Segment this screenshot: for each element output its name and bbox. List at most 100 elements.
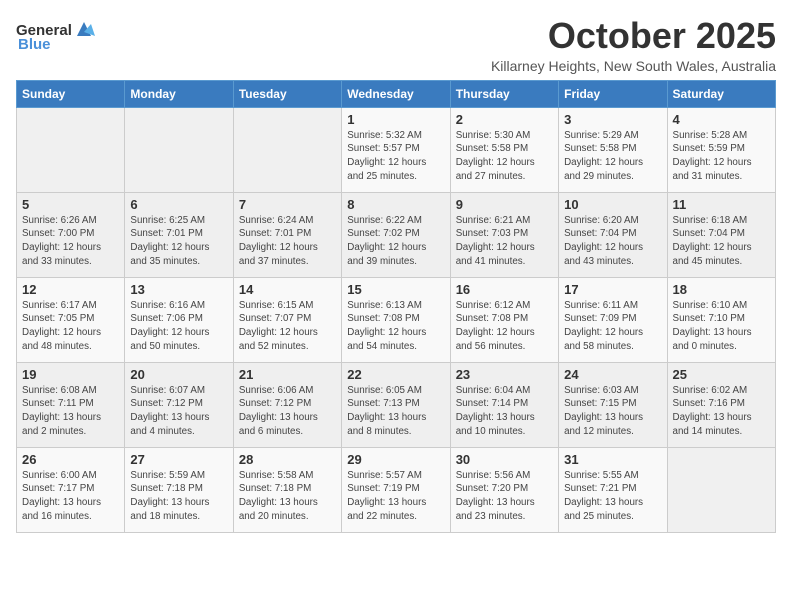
day-info: Sunrise: 6:08 AM Sunset: 7:11 PM Dayligh… xyxy=(22,384,119,439)
calendar-cell: 4 Sunrise: 5:28 AM Sunset: 5:59 PM Daylig… xyxy=(667,107,775,192)
day-info: Sunrise: 5:29 AM Sunset: 5:58 PM Dayligh… xyxy=(564,129,661,184)
day-info: Sunrise: 5:55 AM Sunset: 7:21 PM Dayligh… xyxy=(564,469,661,524)
calendar-cell: 30Sunrise: 5:56 AM Sunset: 7:20 PM Dayli… xyxy=(450,447,558,532)
day-info: Sunrise: 6:13 AM Sunset: 7:08 PM Dayligh… xyxy=(347,299,444,354)
calendar-cell xyxy=(667,447,775,532)
weekday-header-tuesday: Tuesday xyxy=(233,80,341,107)
day-info: Sunrise: 5:58 AM Sunset: 7:18 PM Dayligh… xyxy=(239,469,336,524)
calendar-cell: 3 Sunrise: 5:29 AM Sunset: 5:58 PM Daylig… xyxy=(559,107,667,192)
location-subtitle: Killarney Heights, New South Wales, Aust… xyxy=(491,58,776,74)
day-info: Sunrise: 6:07 AM Sunset: 7:12 PM Dayligh… xyxy=(130,384,227,439)
day-number: 26 xyxy=(22,452,119,467)
calendar-cell xyxy=(233,107,341,192)
day-info: Sunrise: 5:32 AM Sunset: 5:57 PM Dayligh… xyxy=(347,129,444,184)
day-number: 25 xyxy=(673,367,770,382)
day-info: Sunrise: 5:57 AM Sunset: 7:19 PM Dayligh… xyxy=(347,469,444,524)
day-info: Sunrise: 5:28 AM Sunset: 5:59 PM Dayligh… xyxy=(673,129,770,184)
day-info: Sunrise: 6:16 AM Sunset: 7:06 PM Dayligh… xyxy=(130,299,227,354)
calendar-cell: 9 Sunrise: 6:21 AM Sunset: 7:03 PM Daylig… xyxy=(450,192,558,277)
weekday-header-sunday: Sunday xyxy=(17,80,125,107)
calendar-cell: 15Sunrise: 6:13 AM Sunset: 7:08 PM Dayli… xyxy=(342,277,450,362)
title-area: October 2025 Killarney Heights, New Sout… xyxy=(491,16,776,74)
day-info: Sunrise: 6:26 AM Sunset: 7:00 PM Dayligh… xyxy=(22,214,119,269)
calendar-cell: 24 Sunrise: 6:03 AM Sunset: 7:15 PM Dayli… xyxy=(559,362,667,447)
calendar-cell: 21Sunrise: 6:06 AM Sunset: 7:12 PM Dayli… xyxy=(233,362,341,447)
day-number: 17 xyxy=(564,282,661,297)
day-info: Sunrise: 6:03 AM Sunset: 7:15 PM Dayligh… xyxy=(564,384,661,439)
day-number: 18 xyxy=(673,282,770,297)
day-info: Sunrise: 6:00 AM Sunset: 7:17 PM Dayligh… xyxy=(22,469,119,524)
day-info: Sunrise: 6:17 AM Sunset: 7:05 PM Dayligh… xyxy=(22,299,119,354)
day-info: Sunrise: 5:30 AM Sunset: 5:58 PM Dayligh… xyxy=(456,129,553,184)
calendar-cell: 1 Sunrise: 5:32 AM Sunset: 5:57 PM Daylig… xyxy=(342,107,450,192)
logo: General Blue xyxy=(16,20,95,53)
day-number: 21 xyxy=(239,367,336,382)
day-number: 31 xyxy=(564,452,661,467)
day-info: Sunrise: 6:20 AM Sunset: 7:04 PM Dayligh… xyxy=(564,214,661,269)
day-info: Sunrise: 6:25 AM Sunset: 7:01 PM Dayligh… xyxy=(130,214,227,269)
day-info: Sunrise: 6:02 AM Sunset: 7:16 PM Dayligh… xyxy=(673,384,770,439)
day-info: Sunrise: 6:05 AM Sunset: 7:13 PM Dayligh… xyxy=(347,384,444,439)
day-number: 20 xyxy=(130,367,227,382)
logo-icon xyxy=(73,18,95,40)
calendar-cell xyxy=(125,107,233,192)
calendar-week-2: 5 Sunrise: 6:26 AM Sunset: 7:00 PM Daylig… xyxy=(17,192,776,277)
calendar-cell: 26 Sunrise: 6:00 AM Sunset: 7:17 PM Dayli… xyxy=(17,447,125,532)
calendar-week-1: 1 Sunrise: 5:32 AM Sunset: 5:57 PM Daylig… xyxy=(17,107,776,192)
day-number: 23 xyxy=(456,367,553,382)
day-number: 4 xyxy=(673,112,770,127)
day-info: Sunrise: 6:15 AM Sunset: 7:07 PM Dayligh… xyxy=(239,299,336,354)
calendar-cell: 20 Sunrise: 6:07 AM Sunset: 7:12 PM Dayli… xyxy=(125,362,233,447)
calendar-cell: 19 Sunrise: 6:08 AM Sunset: 7:11 PM Dayli… xyxy=(17,362,125,447)
calendar-table: SundayMondayTuesdayWednesdayThursdayFrid… xyxy=(16,80,776,533)
day-number: 5 xyxy=(22,197,119,212)
weekday-header-thursday: Thursday xyxy=(450,80,558,107)
calendar-cell: 18Sunrise: 6:10 AM Sunset: 7:10 PM Dayli… xyxy=(667,277,775,362)
calendar-cell: 11Sunrise: 6:18 AM Sunset: 7:04 PM Dayli… xyxy=(667,192,775,277)
calendar-cell: 2 Sunrise: 5:30 AM Sunset: 5:58 PM Daylig… xyxy=(450,107,558,192)
day-number: 14 xyxy=(239,282,336,297)
day-number: 7 xyxy=(239,197,336,212)
calendar-cell: 12 Sunrise: 6:17 AM Sunset: 7:05 PM Dayli… xyxy=(17,277,125,362)
header: General Blue October 2025 Killarney Heig… xyxy=(16,16,776,74)
calendar-cell: 6Sunrise: 6:25 AM Sunset: 7:01 PM Daylig… xyxy=(125,192,233,277)
day-number: 3 xyxy=(564,112,661,127)
day-number: 22 xyxy=(347,367,444,382)
calendar-cell: 31 Sunrise: 5:55 AM Sunset: 7:21 PM Dayli… xyxy=(559,447,667,532)
day-number: 27 xyxy=(130,452,227,467)
day-info: Sunrise: 6:22 AM Sunset: 7:02 PM Dayligh… xyxy=(347,214,444,269)
calendar-cell: 14 Sunrise: 6:15 AM Sunset: 7:07 PM Dayli… xyxy=(233,277,341,362)
weekday-header-wednesday: Wednesday xyxy=(342,80,450,107)
calendar-cell: 22 Sunrise: 6:05 AM Sunset: 7:13 PM Dayli… xyxy=(342,362,450,447)
calendar-cell: 10Sunrise: 6:20 AM Sunset: 7:04 PM Dayli… xyxy=(559,192,667,277)
calendar-cell: 29Sunrise: 5:57 AM Sunset: 7:19 PM Dayli… xyxy=(342,447,450,532)
day-info: Sunrise: 6:18 AM Sunset: 7:04 PM Dayligh… xyxy=(673,214,770,269)
day-number: 19 xyxy=(22,367,119,382)
calendar-cell: 13 Sunrise: 6:16 AM Sunset: 7:06 PM Dayli… xyxy=(125,277,233,362)
calendar-week-3: 12 Sunrise: 6:17 AM Sunset: 7:05 PM Dayli… xyxy=(17,277,776,362)
day-number: 13 xyxy=(130,282,227,297)
weekday-header-row: SundayMondayTuesdayWednesdayThursdayFrid… xyxy=(17,80,776,107)
weekday-header-friday: Friday xyxy=(559,80,667,107)
day-number: 28 xyxy=(239,452,336,467)
day-info: Sunrise: 5:56 AM Sunset: 7:20 PM Dayligh… xyxy=(456,469,553,524)
calendar-cell: 16Sunrise: 6:12 AM Sunset: 7:08 PM Dayli… xyxy=(450,277,558,362)
calendar-cell: 17Sunrise: 6:11 AM Sunset: 7:09 PM Dayli… xyxy=(559,277,667,362)
weekday-header-saturday: Saturday xyxy=(667,80,775,107)
day-number: 8 xyxy=(347,197,444,212)
day-info: Sunrise: 6:04 AM Sunset: 7:14 PM Dayligh… xyxy=(456,384,553,439)
calendar-week-5: 26 Sunrise: 6:00 AM Sunset: 7:17 PM Dayli… xyxy=(17,447,776,532)
day-info: Sunrise: 6:12 AM Sunset: 7:08 PM Dayligh… xyxy=(456,299,553,354)
day-number: 2 xyxy=(456,112,553,127)
logo-blue: Blue xyxy=(18,36,51,53)
day-info: Sunrise: 6:24 AM Sunset: 7:01 PM Dayligh… xyxy=(239,214,336,269)
weekday-header-monday: Monday xyxy=(125,80,233,107)
day-number: 1 xyxy=(347,112,444,127)
calendar-cell: 25 Sunrise: 6:02 AM Sunset: 7:16 PM Dayli… xyxy=(667,362,775,447)
calendar-cell: 28 Sunrise: 5:58 AM Sunset: 7:18 PM Dayli… xyxy=(233,447,341,532)
calendar-week-4: 19 Sunrise: 6:08 AM Sunset: 7:11 PM Dayli… xyxy=(17,362,776,447)
day-info: Sunrise: 6:21 AM Sunset: 7:03 PM Dayligh… xyxy=(456,214,553,269)
day-number: 9 xyxy=(456,197,553,212)
day-number: 12 xyxy=(22,282,119,297)
day-number: 24 xyxy=(564,367,661,382)
